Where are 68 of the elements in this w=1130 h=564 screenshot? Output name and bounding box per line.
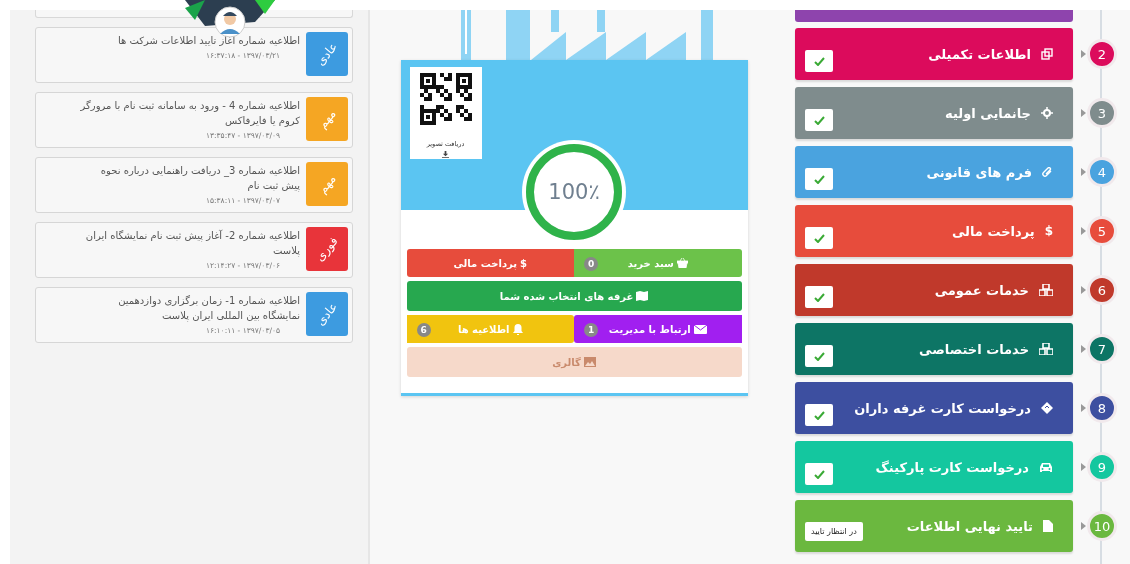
cubes-icon <box>1039 343 1053 355</box>
car-icon <box>1039 461 1053 473</box>
count-badge: 6 <box>416 323 431 337</box>
step-number: 3 <box>1087 98 1117 128</box>
action-button[interactable]: غرفه های انتخاب شده شما <box>406 281 742 311</box>
paperclip-icon <box>1042 166 1053 178</box>
crosshair-icon <box>1041 107 1053 119</box>
step-label: درخواست کارت غرفه داران <box>854 400 1031 416</box>
step-label: جانمایی اولیه <box>945 105 1031 121</box>
check-icon <box>813 469 825 479</box>
progress-text: 100٪ <box>548 180 600 204</box>
map-icon <box>636 291 649 301</box>
step-number: 8 <box>1087 393 1117 423</box>
step-bar[interactable]: درخواست کارت غرفه داران <box>795 382 1073 434</box>
check-icon <box>813 233 825 243</box>
count-badge: 0 <box>584 257 598 271</box>
file-icon <box>1043 520 1053 532</box>
notice-title: اطلاعیه شماره آغاز تایید اطلاعات شرکت ها <box>116 34 300 48</box>
step-label: خدمات اختصاصی <box>919 341 1029 357</box>
step-number: 10 <box>1087 511 1117 541</box>
qr-code-icon <box>419 73 472 125</box>
notice-tag: عادی <box>306 292 348 336</box>
action-button[interactable]: $ پرداخت مالی <box>406 249 574 277</box>
step-number: 5 <box>1087 216 1117 246</box>
bell-icon <box>512 323 523 335</box>
notice-title: اطلاعیه شماره 3_ دریافت راهنمایی درباره نحوه پیش ثبت نام <box>99 164 300 193</box>
step-label: فرم های قانونی <box>926 164 1032 180</box>
notice-tag: عادی <box>306 32 348 76</box>
step-number: 2 <box>1087 39 1117 69</box>
cubes-icon <box>1039 284 1053 296</box>
status-badge: در انتظار تایید <box>805 521 863 541</box>
step-bar[interactable]: اطلاعات تکمیلی <box>795 28 1073 80</box>
step-number: 9 <box>1087 452 1117 482</box>
step-bar[interactable] <box>795 10 1073 22</box>
step-label: تایید نهایی اطلاعات <box>906 518 1033 534</box>
ticket-icon <box>1041 402 1053 414</box>
step-bar[interactable]: خدمات اختصاصی <box>795 323 1073 375</box>
notice-tag: مهم <box>306 162 348 206</box>
step-bar[interactable]: تایید نهایی اطلاعات در انتظار تایید <box>795 500 1073 552</box>
envelope-icon <box>693 324 707 334</box>
check-icon <box>813 115 825 125</box>
basket-icon <box>676 258 688 268</box>
step-bar[interactable]: جانمایی اولیه <box>795 87 1073 139</box>
check-icon <box>813 56 825 66</box>
notice-title: اطلاعیه شماره 4 - ورود به سامانه ثبت نام با مرورگر کروم یا فایرفاکس <box>79 99 300 128</box>
notice-tag: مهم <box>306 97 348 141</box>
step-bar[interactable]: فرم های قانونی <box>795 146 1073 198</box>
check-icon <box>813 292 825 302</box>
step-label: پرداخت مالی <box>951 223 1035 239</box>
step-bar[interactable]: خدمات عمومی <box>795 264 1073 316</box>
count-badge: 1 <box>584 323 598 337</box>
step-label: درخواست کارت پارکینگ <box>875 459 1029 475</box>
step-number: 4 <box>1087 157 1117 187</box>
check-icon <box>813 174 825 184</box>
check-icon <box>813 410 825 420</box>
copy-icon <box>1041 48 1053 60</box>
step-number: 6 <box>1087 275 1117 305</box>
check-icon <box>813 351 825 361</box>
step-label: اطلاعات تکمیلی <box>928 46 1031 62</box>
dollar-icon: $ <box>1044 224 1053 238</box>
download-icon <box>442 151 449 158</box>
notice-tag: فوری <box>306 227 348 271</box>
notice-title: اطلاعیه شماره 1- زمان برگزاری دوازدهمین نمایشگاه بین المللی ایران پلاست <box>117 294 300 323</box>
step-label: خدمات عمومی <box>934 282 1029 298</box>
step-number: 7 <box>1087 334 1117 364</box>
image-icon <box>583 357 596 367</box>
step-bar[interactable]: $ پرداخت مالی <box>795 205 1073 257</box>
notice-title: اطلاعیه شماره 2- آغاز پیش ثبت نام نمایشگاه ایران پلاست <box>84 228 300 258</box>
